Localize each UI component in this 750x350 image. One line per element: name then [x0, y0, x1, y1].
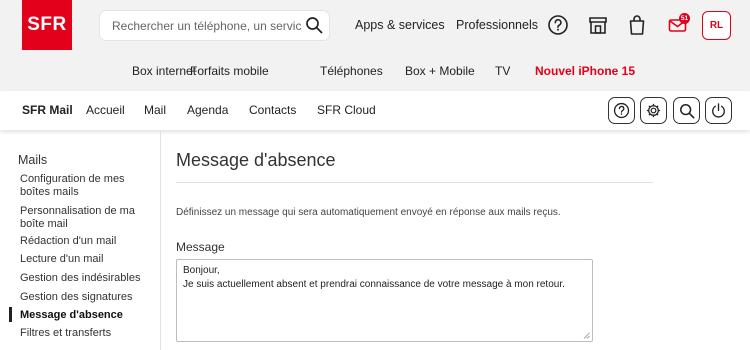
settings-button[interactable]: [640, 97, 667, 124]
resize-grip-icon[interactable]: [583, 332, 590, 339]
tab-sfr-cloud[interactable]: SFR Cloud: [317, 103, 376, 117]
nav-telephones[interactable]: Téléphones: [320, 64, 383, 78]
sfr-logo[interactable]: SFR: [22, 0, 72, 50]
logout-button[interactable]: [705, 97, 732, 124]
page-title: Message d'absence: [176, 150, 336, 170]
tab-agenda[interactable]: Agenda: [187, 103, 228, 117]
avatar[interactable]: RL: [702, 11, 731, 40]
help-icon: [613, 102, 630, 119]
sidebar-title: Mails: [18, 153, 48, 167]
top-header: SFR Rechercher un téléphone, un service,…: [0, 0, 750, 91]
sidebar-item-signatures[interactable]: Gestion des signatures: [20, 291, 155, 304]
sidebar-item-lecture[interactable]: Lecture d'un mail: [20, 253, 155, 266]
store-icon[interactable]: [587, 14, 609, 36]
sidebar-item-configuration[interactable]: Configuration de mes boîtes mails: [20, 173, 155, 199]
page-description: Définissez un message qui sera automatiq…: [176, 207, 561, 218]
nav-forfaits-mobile[interactable]: Forfaits mobile: [190, 64, 269, 78]
message-line: Bonjour,: [183, 265, 220, 276]
tab-contacts[interactable]: Contacts: [249, 103, 296, 117]
search-placeholder: Rechercher un téléphone, un service, ...: [112, 19, 302, 33]
help-icon[interactable]: [547, 14, 569, 36]
tab-mail[interactable]: Mail: [144, 103, 166, 117]
search-icon[interactable]: [305, 16, 323, 34]
sidebar-item-message-absence[interactable]: Message d'absence: [20, 309, 155, 322]
sidebar-item-filtres[interactable]: Filtres et transferts: [20, 327, 155, 340]
professionnels-link[interactable]: Professionnels: [456, 18, 538, 32]
divider: [176, 182, 653, 183]
search-input[interactable]: Rechercher un téléphone, un service, ...: [100, 11, 329, 40]
nav-box-internet[interactable]: Box internet: [132, 64, 196, 78]
settings-sidebar: Mails Configuration de mes boîtes mails …: [0, 131, 161, 350]
mail-toolbar: SFR Mail Accueil Mail Agenda Contacts SF…: [0, 91, 750, 130]
help-button[interactable]: [608, 97, 635, 124]
sidebar-item-redaction[interactable]: Rédaction d'un mail: [20, 235, 155, 248]
active-marker: [9, 307, 12, 322]
bag-icon[interactable]: [626, 14, 648, 36]
notification-badge: 51: [679, 13, 690, 24]
nav-tv[interactable]: TV: [495, 64, 510, 78]
gear-icon: [646, 103, 661, 118]
nav-nouvel-iphone[interactable]: Nouvel iPhone 15: [535, 64, 635, 78]
message-label: Message: [176, 240, 225, 254]
main-nav: Box internet Forfaits mobile Téléphones …: [0, 64, 750, 78]
sidebar-item-indesirables[interactable]: Gestion des indésirables: [20, 272, 155, 285]
nav-box-mobile[interactable]: Box + Mobile: [405, 64, 475, 78]
message-line: Je suis actuellement absent et prendrai …: [183, 279, 565, 290]
sidebar-item-personnalisation[interactable]: Personnalisation de ma boîte mail: [20, 205, 155, 231]
sfr-mail-brand[interactable]: SFR Mail: [22, 103, 73, 117]
tab-accueil[interactable]: Accueil: [86, 103, 125, 117]
search-icon: [679, 103, 694, 118]
power-icon: [712, 103, 725, 118]
message-textarea[interactable]: Bonjour, Je suis actuellement absent et …: [176, 259, 593, 342]
apps-services-link[interactable]: Apps & services: [355, 18, 445, 32]
search-button[interactable]: [673, 97, 700, 124]
